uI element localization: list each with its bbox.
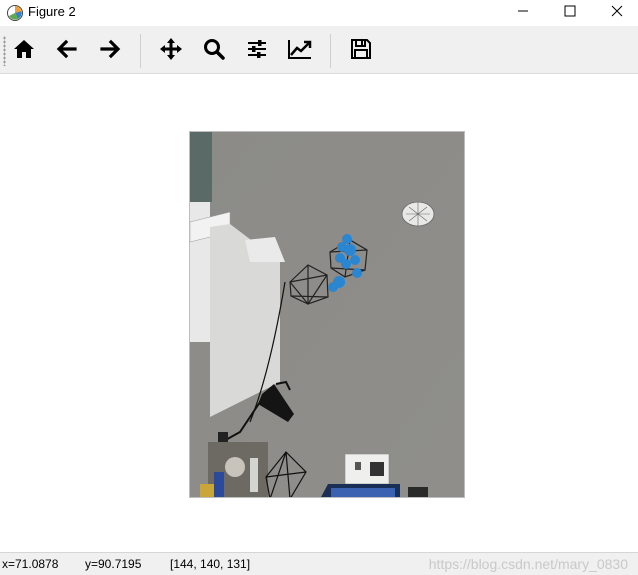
cursor-y-readout: y=90.7195	[85, 557, 142, 571]
navigation-toolbar	[0, 26, 638, 74]
minimize-button[interactable]	[500, 0, 546, 26]
move-icon	[158, 36, 184, 67]
search-icon	[202, 37, 226, 66]
title-bar: Figure 2	[0, 0, 638, 26]
figure-canvas[interactable]	[0, 75, 638, 552]
watermark: https://blog.csdn.net/mary_0830	[428, 556, 628, 572]
toolbar-separator	[330, 34, 331, 68]
maximize-button[interactable]	[547, 0, 593, 26]
home-button[interactable]	[9, 36, 39, 66]
status-bar: x=71.0878 y=90.7195 [144, 140, 131] http…	[0, 552, 638, 575]
back-button[interactable]	[52, 36, 82, 66]
close-button[interactable]	[594, 0, 638, 26]
toolbar-separator	[140, 34, 141, 68]
pixel-value-readout: [144, 140, 131]	[170, 557, 251, 571]
arrow-left-icon	[55, 37, 79, 66]
save-button[interactable]	[346, 36, 376, 66]
home-icon	[12, 37, 36, 66]
forward-button[interactable]	[95, 36, 125, 66]
matplotlib-icon	[6, 4, 24, 22]
edit-axes-button[interactable]	[285, 36, 315, 66]
minimize-icon	[517, 4, 529, 22]
toolbar-grip[interactable]	[3, 36, 6, 66]
pan-button[interactable]	[156, 36, 186, 66]
maximize-icon	[564, 4, 576, 22]
cursor-x-readout: x=71.0878	[2, 557, 59, 571]
window-title: Figure 2	[28, 4, 76, 19]
displayed-image[interactable]	[189, 131, 465, 498]
floppy-disk-icon	[349, 37, 373, 66]
sliders-icon	[245, 37, 269, 66]
zoom-button[interactable]	[199, 36, 229, 66]
arrow-right-icon	[98, 37, 122, 66]
subplots-button[interactable]	[242, 36, 272, 66]
line-chart-icon	[287, 37, 313, 66]
close-icon	[611, 4, 623, 22]
